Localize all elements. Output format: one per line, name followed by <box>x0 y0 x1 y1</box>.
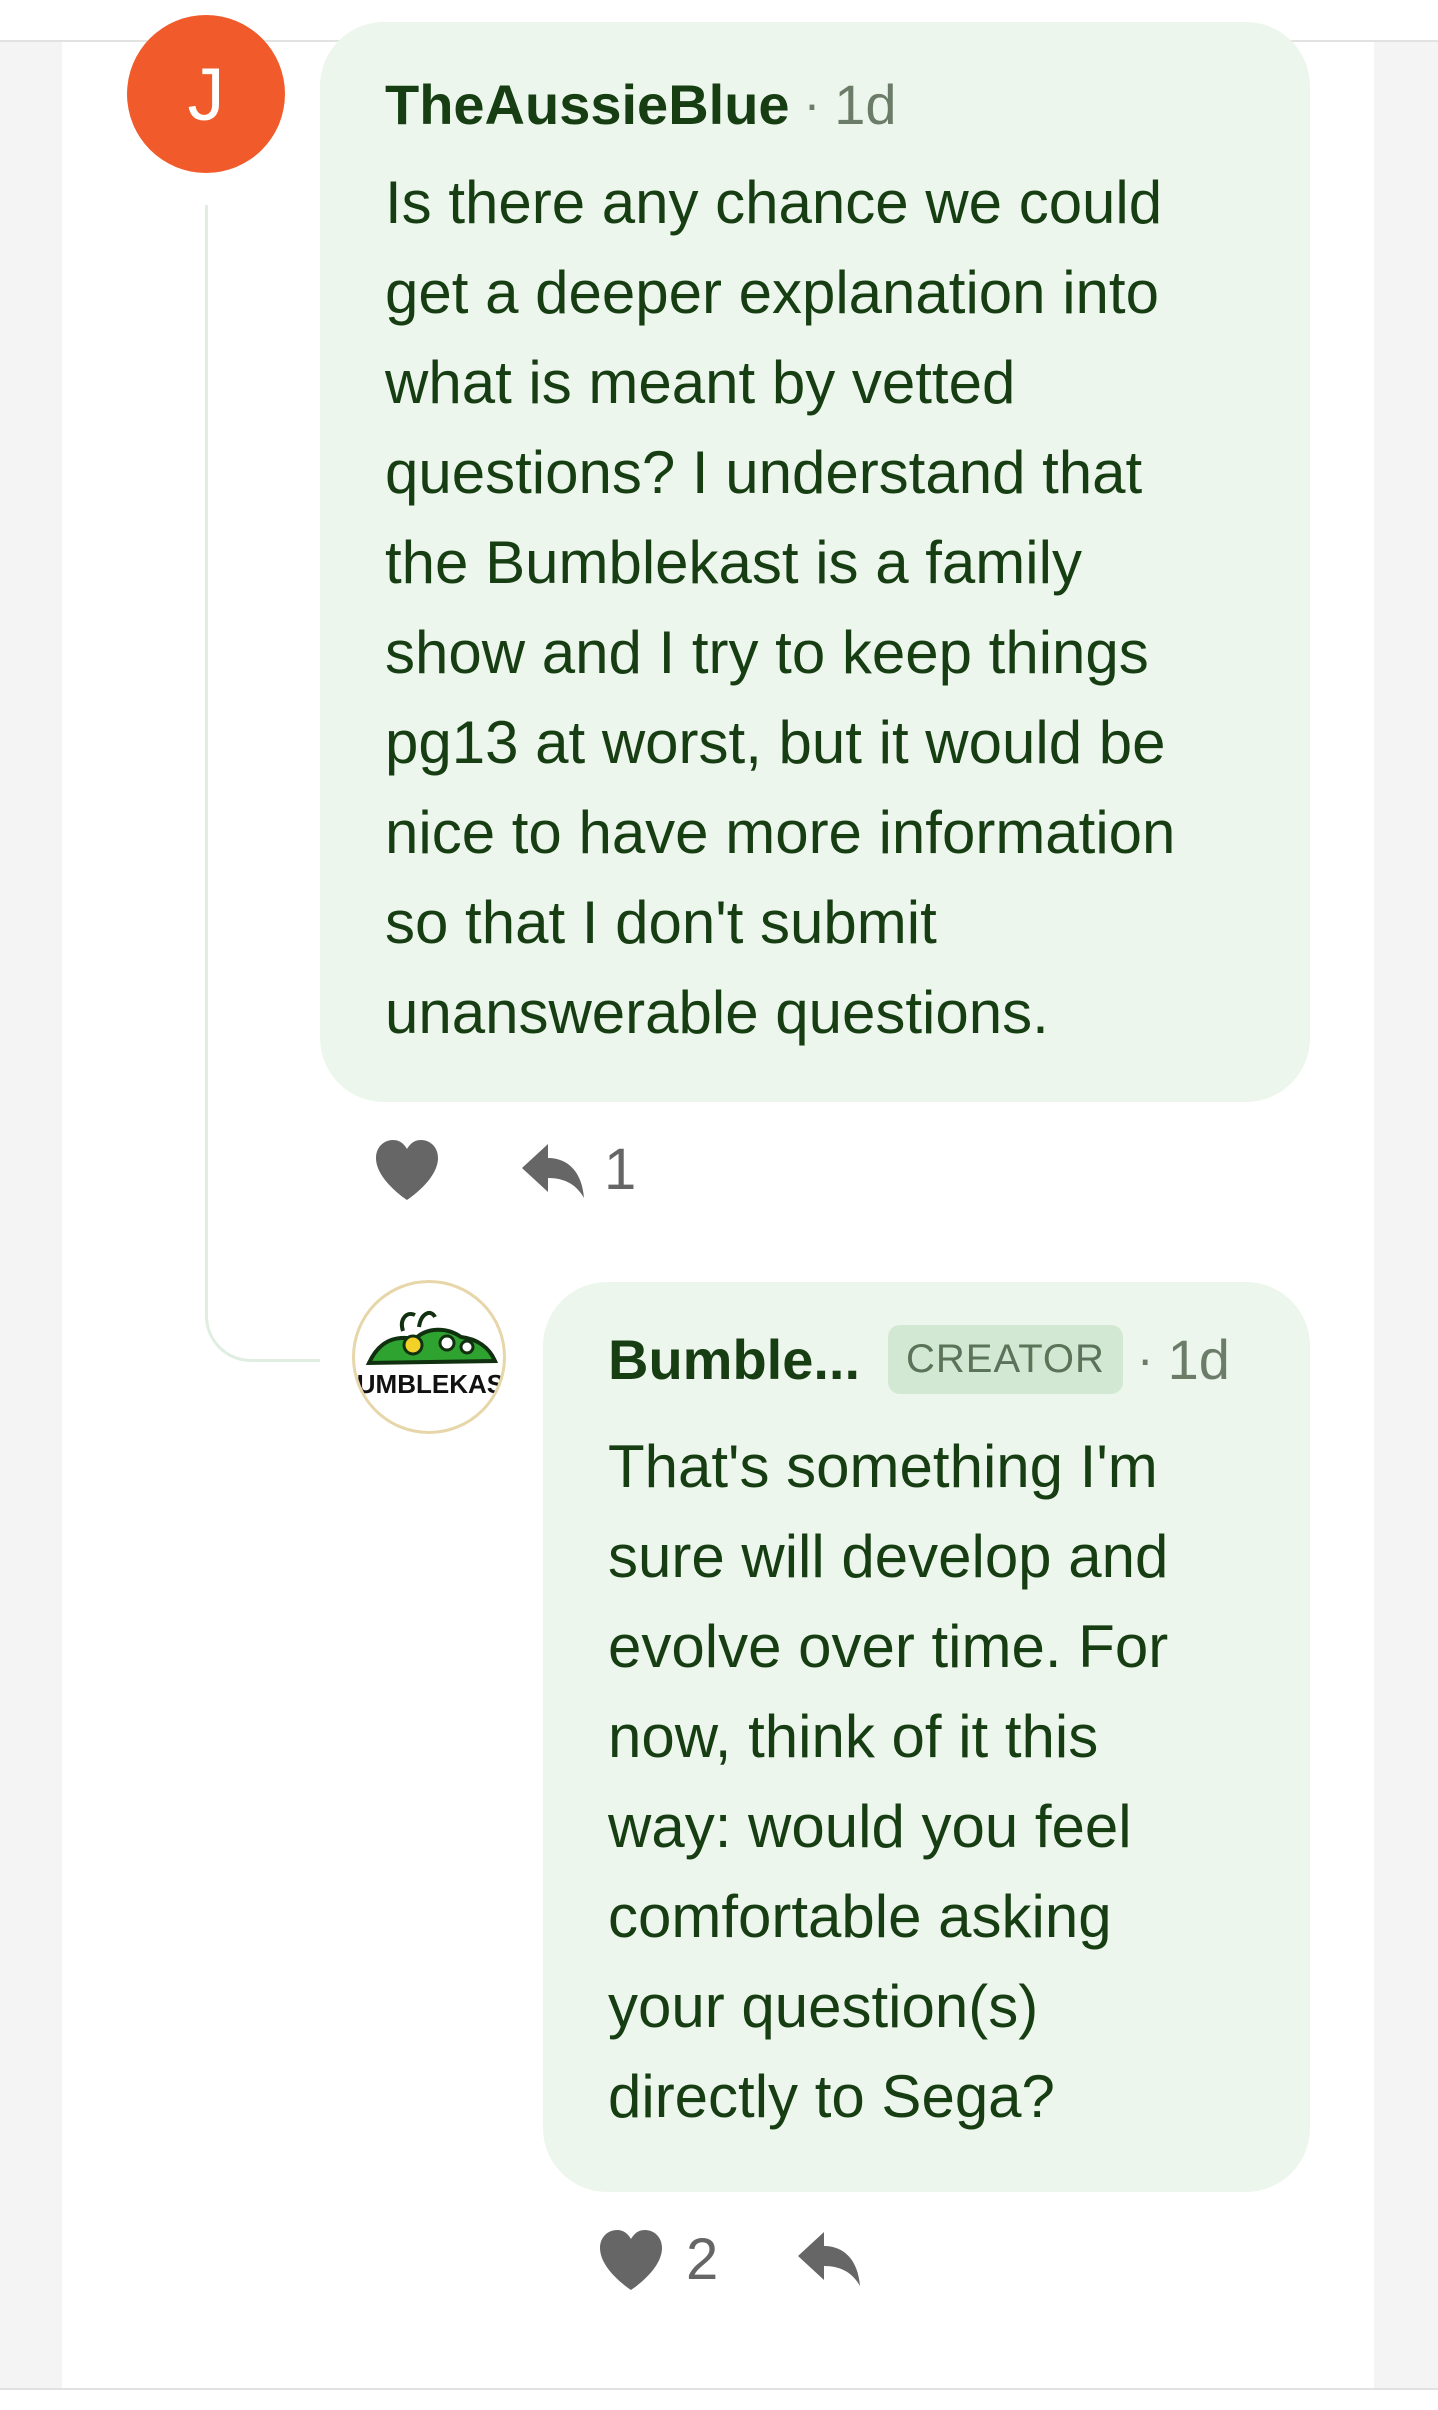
thread-connector <box>205 205 320 1362</box>
comment-body-line: unanswerable questions. <box>385 979 1049 1046</box>
comment-body-line: show and I try to keep things <box>385 619 1149 686</box>
comment-body-line: Is there any chance we could <box>385 169 1163 236</box>
logo-text: BUMBLEKAST <box>355 1369 503 1399</box>
creator-badge: CREATOR <box>888 1324 1123 1394</box>
like-button[interactable] <box>372 1138 442 1202</box>
comment-body-line: evolve over time. For <box>608 1613 1169 1680</box>
separator: · <box>1136 1331 1154 1387</box>
comment-body-line: questions? I understand that <box>385 439 1143 506</box>
bottom-edge <box>0 2388 1438 2410</box>
comment-body-line: pg13 at worst, but it would be <box>385 709 1166 776</box>
comment-body-line: get a deeper explanation into <box>385 259 1159 326</box>
avatar[interactable]: BUMBLEKAST <box>352 1280 506 1434</box>
heart-icon <box>600 2229 662 2290</box>
reply-button[interactable]: 1 <box>518 1136 636 1203</box>
comment-body-line: what is meant by vetted <box>385 349 1016 416</box>
comment-body-line: your question(s) <box>608 1973 1039 2040</box>
comment-body-line: nice to have more information <box>385 799 1176 866</box>
comment-body-line: now, think of it this <box>608 1703 1099 1770</box>
avatar[interactable]: J <box>127 15 285 173</box>
like-button[interactable]: 2 <box>596 2226 718 2293</box>
avatar-letter: J <box>187 52 225 136</box>
reply-button[interactable] <box>794 2226 862 2290</box>
bumblekast-logo: BUMBLEKAST <box>355 1310 503 1399</box>
reply-arrow-icon <box>522 1143 584 1198</box>
comment-body: Is there any chance we could get a deepe… <box>385 158 1310 1058</box>
reply-arrow-icon <box>798 2232 860 2286</box>
timestamp[interactable]: 1d <box>834 72 896 137</box>
comment-header: TheAussieBlue · 1d <box>385 72 897 136</box>
comment-body-line: sure will develop and <box>608 1523 1169 1590</box>
comment-bubble: Bumble... CREATOR · 1d That's something … <box>543 1282 1310 2192</box>
comment-body-line: the Bumblekast is a family <box>385 529 1082 596</box>
like-count: 2 <box>686 2227 719 2292</box>
comment-header: Bumble... CREATOR · 1d <box>608 1314 1230 1404</box>
comment-body-line: way: would you feel <box>608 1793 1132 1860</box>
author-name[interactable]: TheAussieBlue <box>385 72 790 137</box>
comment-body-line: comfortable asking <box>608 1883 1112 1950</box>
timestamp[interactable]: 1d <box>1168 1327 1230 1392</box>
comment-body: That's something I'm sure will develop a… <box>608 1422 1308 2142</box>
author-name[interactable]: Bumble... <box>608 1327 860 1392</box>
separator: · <box>803 76 821 132</box>
reply-count: 1 <box>604 1137 637 1202</box>
comment-body-line: directly to Sega? <box>608 2063 1055 2130</box>
comment-body-line: so that I don't submit <box>385 889 937 956</box>
heart-icon <box>376 1140 438 1200</box>
comment-bubble: TheAussieBlue · 1d Is there any chance w… <box>320 22 1310 1102</box>
comment-body-line: That's something I'm <box>608 1433 1158 1500</box>
